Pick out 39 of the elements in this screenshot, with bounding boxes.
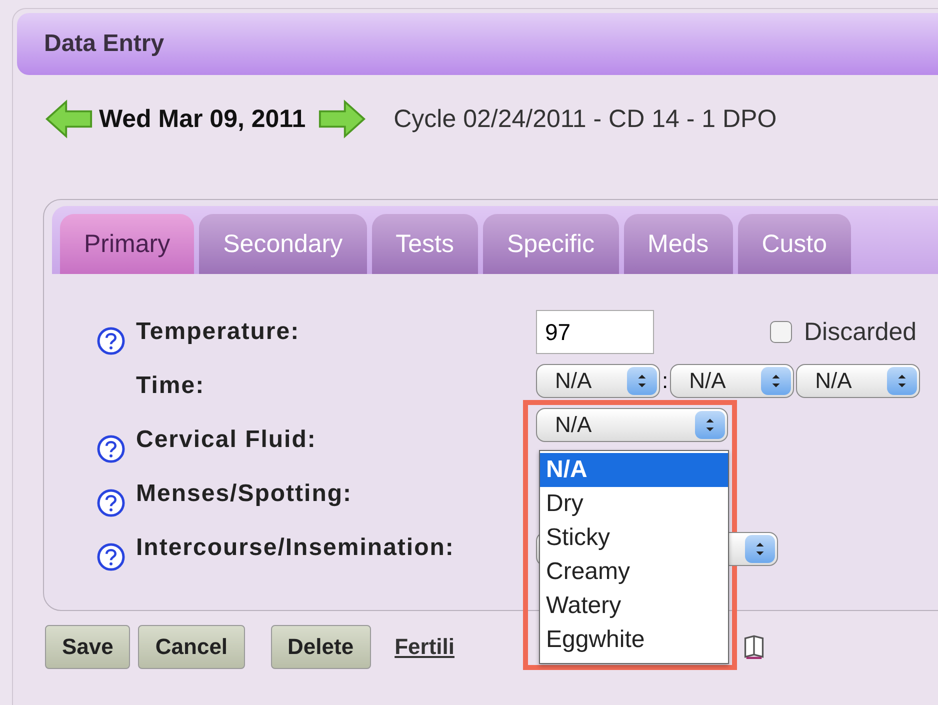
- checkbox-label: Discarded: [804, 318, 917, 346]
- updown-icon: [637, 373, 647, 389]
- tab[interactable]: Primary: [60, 214, 194, 274]
- field-label: Temperature:: [136, 317, 301, 346]
- help-icon[interactable]: [96, 326, 126, 356]
- next-arrow-icon[interactable]: [318, 99, 366, 139]
- help-icon[interactable]: [96, 542, 126, 572]
- form-button[interactable]: Cancel: [138, 625, 245, 669]
- fertility-link[interactable]: Fertili: [394, 634, 454, 660]
- time-select[interactable]: N/A: [536, 364, 660, 398]
- form-button[interactable]: Delete: [270, 625, 371, 669]
- field-label: Cervical Fluid:: [136, 425, 318, 454]
- dropdown-option[interactable]: N/A: [540, 453, 728, 487]
- help-icon[interactable]: [96, 488, 126, 518]
- panel-title: Data Entry: [44, 30, 164, 58]
- field-label: Time:: [136, 371, 206, 400]
- dropdown-option[interactable]: Watery: [540, 589, 728, 623]
- field-label: Menses/Spotting:: [136, 479, 354, 508]
- date-label: Wed Mar 09, 2011: [99, 104, 306, 134]
- updown-icon: [755, 541, 765, 557]
- help-icon[interactable]: [96, 434, 126, 464]
- time-separator: :: [662, 368, 668, 394]
- updown-icon: [771, 373, 782, 389]
- dropdown-option[interactable]: Dry: [540, 487, 728, 521]
- dropdown-option[interactable]: Creamy: [540, 555, 728, 589]
- time-select[interactable]: N/A: [670, 364, 794, 398]
- dropdown-option[interactable]: Eggwhite: [540, 623, 728, 657]
- cycle-info: Cycle 02/24/2011 - CD 14 - 1 DPO: [394, 104, 777, 134]
- temperature-input[interactable]: 97: [536, 310, 654, 354]
- book-icon[interactable]: [742, 635, 764, 659]
- form-button[interactable]: Save: [45, 625, 130, 669]
- time-select[interactable]: N/A: [796, 364, 920, 398]
- previous-arrow-icon[interactable]: [45, 99, 93, 139]
- updown-icon: [897, 373, 908, 389]
- updown-icon: [705, 417, 715, 433]
- field-label: Intercourse/Insemination:: [136, 533, 456, 562]
- dropdown-option[interactable]: Sticky: [540, 521, 728, 555]
- checkbox[interactable]: [770, 321, 792, 343]
- cervical-fluid-select[interactable]: N/A: [536, 408, 728, 442]
